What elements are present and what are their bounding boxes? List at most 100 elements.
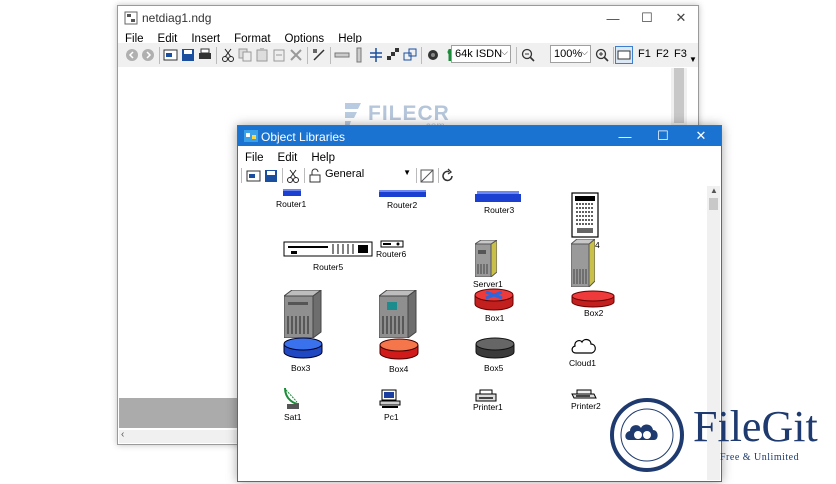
f1-button[interactable]: F1 (638, 48, 651, 60)
router2-icon[interactable] (379, 190, 426, 198)
library-select[interactable]: General ▼ (325, 168, 413, 183)
vertical-link-icon[interactable] (351, 47, 367, 63)
sat1-icon[interactable] (283, 386, 301, 410)
filegit-logo-icon (610, 398, 684, 472)
back-icon[interactable] (124, 47, 140, 63)
print-icon[interactable] (197, 47, 213, 63)
toolbar-overflow-icon[interactable]: ▼ (689, 55, 697, 64)
box2-label: Box2 (584, 308, 604, 318)
f2-button[interactable]: F2 (656, 48, 669, 60)
box1-label: Box1 (485, 313, 505, 323)
f3-button[interactable]: F3 (674, 48, 687, 60)
scroll-thumb[interactable] (674, 68, 684, 123)
cut-icon[interactable] (285, 168, 301, 184)
title-bar[interactable]: Object Libraries — ☐ ✕ (238, 126, 721, 146)
group-icon[interactable] (402, 47, 418, 63)
app-icon (124, 11, 138, 25)
box5-icon[interactable] (475, 337, 515, 359)
router3-icon[interactable] (475, 191, 521, 203)
library-toolbar: General ▼ (238, 165, 721, 186)
refresh-icon[interactable] (440, 168, 456, 184)
router2-label: Router2 (387, 200, 418, 210)
minimize-button[interactable]: — (609, 126, 641, 146)
zoom-out-icon[interactable] (520, 47, 536, 63)
router1-label: Router1 (276, 199, 307, 209)
maximize-button[interactable]: ☐ (630, 6, 664, 30)
printer2-icon[interactable] (571, 389, 597, 401)
horizontal-scrollbar[interactable]: ‹ (119, 429, 239, 443)
fit-page-icon[interactable] (615, 46, 633, 64)
zoom-in-icon[interactable] (594, 47, 610, 63)
box5-label: Box5 (484, 363, 504, 373)
paste-special-icon[interactable] (271, 47, 287, 63)
router6-label: Router6 (376, 249, 407, 259)
properties-icon[interactable] (419, 168, 435, 184)
menu-help[interactable]: Help (304, 149, 342, 164)
box4-label: Box4 (389, 364, 409, 374)
router5-icon[interactable] (283, 241, 373, 257)
router6-icon[interactable] (380, 240, 404, 248)
copy-icon[interactable] (237, 47, 253, 63)
record-icon[interactable] (425, 47, 441, 63)
window-title: netdiag1.ndg (142, 11, 212, 25)
delete-icon[interactable] (288, 47, 304, 63)
close-button[interactable]: ✕ (664, 6, 698, 30)
printer2-label: Printer2 (571, 401, 601, 411)
cloud1-icon[interactable] (570, 337, 598, 356)
router1-icon[interactable] (283, 189, 301, 197)
box3-icon[interactable] (283, 337, 323, 359)
open-icon[interactable] (163, 47, 179, 63)
box4-icon[interactable] (379, 338, 419, 360)
forward-icon[interactable] (140, 47, 156, 63)
partial-device-icon[interactable] (571, 192, 599, 238)
cut-icon[interactable] (220, 47, 236, 63)
box2-icon[interactable] (571, 290, 615, 308)
pc1-icon[interactable] (379, 389, 401, 409)
library-select-value: General (325, 168, 365, 180)
scroll-up-icon[interactable]: ▲ (710, 186, 718, 195)
align-icon[interactable] (368, 47, 384, 63)
tower-server2-icon[interactable] (379, 290, 417, 338)
server2-icon[interactable] (571, 239, 595, 287)
minimize-button[interactable]: — (596, 6, 630, 30)
close-button[interactable]: ✕ (685, 126, 717, 146)
chevron-down-icon: ⌵ (501, 47, 508, 57)
cloud1-label: Cloud1 (569, 358, 596, 368)
line-type-select[interactable]: 64k ISDN ⌵ (451, 45, 511, 63)
printer1-icon[interactable] (475, 389, 497, 403)
maximize-button[interactable]: ☐ (647, 126, 679, 146)
tower-server1-icon[interactable] (284, 290, 322, 338)
window-title: Object Libraries (261, 130, 346, 144)
pc1-label: Pc1 (384, 412, 399, 422)
line-type-value: 64k ISDN (455, 48, 503, 60)
scroll-thumb[interactable] (709, 198, 718, 210)
chevron-down-icon: ▼ (403, 168, 411, 177)
sat1-label: Sat1 (284, 412, 302, 422)
open-icon[interactable] (246, 168, 262, 184)
paste-icon[interactable] (254, 47, 270, 63)
connect-icon[interactable] (311, 47, 327, 63)
horizontal-link-icon[interactable] (334, 47, 350, 63)
partial4-label: 4 (595, 240, 600, 250)
title-bar[interactable]: netdiag1.ndg — ☐ ✕ (118, 6, 698, 30)
menu-file[interactable]: File (238, 149, 271, 164)
server1-icon[interactable] (475, 240, 497, 277)
grid-icon[interactable] (385, 47, 401, 63)
box3-label: Box3 (291, 363, 311, 373)
filegit-watermark: FileGit (693, 402, 818, 451)
library-app-icon (244, 130, 258, 142)
menu-edit[interactable]: Edit (271, 149, 305, 164)
toolbar: 64k ISDN ⌵ 100% ⌵ F1 F2 F3 ▼ (118, 43, 698, 67)
router3-label: Router3 (484, 205, 515, 215)
zoom-select[interactable]: 100% ⌵ (550, 45, 591, 63)
save-icon[interactable] (180, 47, 196, 63)
lock-icon[interactable] (307, 168, 323, 184)
router5-label: Router5 (313, 262, 344, 272)
save-icon[interactable] (263, 168, 279, 184)
printer1-label: Printer1 (473, 402, 503, 412)
scroll-left-icon[interactable]: ‹ (121, 429, 124, 440)
zoom-value: 100% (554, 48, 583, 60)
chevron-down-icon: ⌵ (581, 47, 588, 57)
filegit-tagline: Free & Unlimited (720, 452, 800, 463)
box1-icon[interactable] (474, 288, 514, 312)
